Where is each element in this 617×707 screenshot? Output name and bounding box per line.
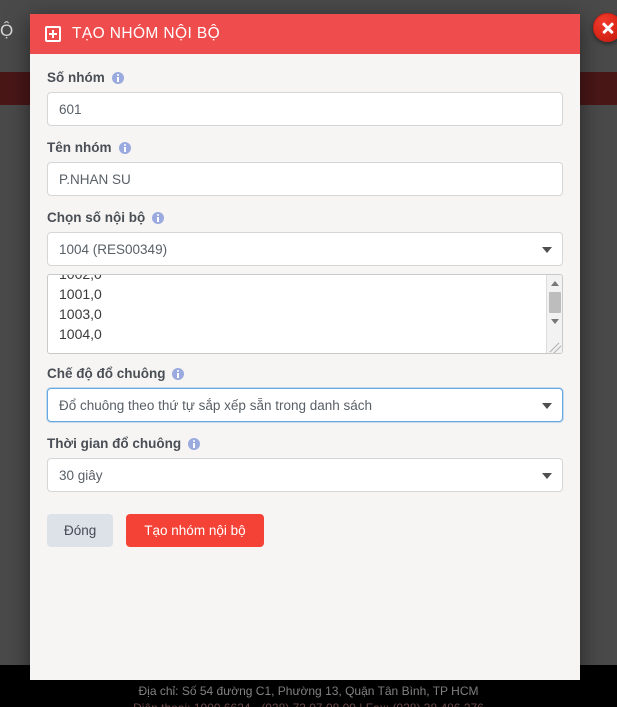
label-group-number: Số nhóm — [47, 70, 563, 85]
page-root: Ộ Địa chỉ: Số 54 đường C1, Phường 13, Qu… — [0, 0, 617, 707]
footer-phone: Điện thoại: 1900 6624 - (028) 73 07 08 0… — [0, 701, 617, 707]
label-ring-time-text: Thời gian đổ chuông — [47, 436, 182, 451]
field-ring-mode: Chế độ đổ chuông — [47, 366, 563, 422]
list-item[interactable]: 1004,0 — [59, 324, 102, 344]
field-group-name: Tên nhóm — [47, 140, 563, 196]
create-internal-group-modal: TẠO NHÓM NỘI BỘ Số nhóm Tên nhóm — [30, 13, 617, 680]
ring-mode-select-wrap — [47, 388, 563, 422]
ring-mode-select[interactable] — [47, 388, 563, 422]
label-ring-time: Thời gian đổ chuông — [47, 436, 563, 451]
label-ring-mode-text: Chế độ đổ chuông — [47, 366, 166, 381]
label-extension-select: Chọn số nội bộ — [47, 210, 563, 225]
background-navbar-text: Ộ — [0, 21, 14, 40]
chevron-down-icon[interactable] — [550, 319, 559, 324]
scrollbar-thumb[interactable] — [549, 292, 561, 313]
modal-header: TẠO NHÓM NỘI BỘ — [30, 14, 580, 54]
chevron-up-icon[interactable] — [550, 281, 559, 286]
plus-square-icon — [45, 26, 61, 42]
info-icon[interactable] — [118, 141, 131, 154]
ring-time-select-wrap — [47, 458, 563, 492]
modal-title: TẠO NHÓM NỘI BỘ — [72, 25, 221, 42]
info-icon[interactable] — [152, 211, 165, 224]
selected-extensions-list: 1002,0 1001,0 1003,0 1004,0 — [48, 275, 102, 344]
group-number-input[interactable] — [47, 92, 563, 126]
modal-body: Số nhóm Tên nhóm Chọn số nội bộ — [30, 54, 580, 547]
list-item[interactable]: 1002,0 — [59, 275, 102, 284]
list-item[interactable]: 1003,0 — [59, 304, 102, 324]
field-ring-time: Thời gian đổ chuông — [47, 436, 563, 492]
list-item[interactable]: 1001,0 — [59, 284, 102, 304]
modal-footer-actions: Đóng Tạo nhóm nội bộ — [47, 514, 563, 547]
extension-select-wrap — [47, 232, 563, 266]
label-group-name: Tên nhóm — [47, 140, 563, 155]
label-group-number-text: Số nhóm — [47, 70, 105, 85]
info-icon[interactable] — [111, 71, 124, 84]
field-extension-select: Chọn số nội bộ 1002,0 1001,0 1003,0 1004… — [47, 210, 563, 354]
info-icon[interactable] — [188, 437, 201, 450]
ring-time-select[interactable] — [47, 458, 563, 492]
label-ring-mode: Chế độ đổ chuông — [47, 366, 563, 381]
label-extension-select-text: Chọn số nội bộ — [47, 210, 146, 225]
resize-grip-icon[interactable] — [547, 338, 562, 353]
extension-select[interactable] — [47, 232, 563, 266]
create-internal-group-button[interactable]: Tạo nhóm nội bộ — [126, 514, 264, 547]
info-icon[interactable] — [172, 367, 185, 380]
field-group-number: Số nhóm — [47, 70, 563, 126]
group-name-input[interactable] — [47, 162, 563, 196]
close-button[interactable]: Đóng — [47, 514, 114, 547]
close-icon[interactable] — [593, 13, 617, 42]
label-group-name-text: Tên nhóm — [47, 140, 112, 155]
selected-extensions-listbox[interactable]: 1002,0 1001,0 1003,0 1004,0 — [47, 274, 563, 354]
footer-address: Địa chỉ: Số 54 đường C1, Phường 13, Quận… — [138, 684, 479, 698]
